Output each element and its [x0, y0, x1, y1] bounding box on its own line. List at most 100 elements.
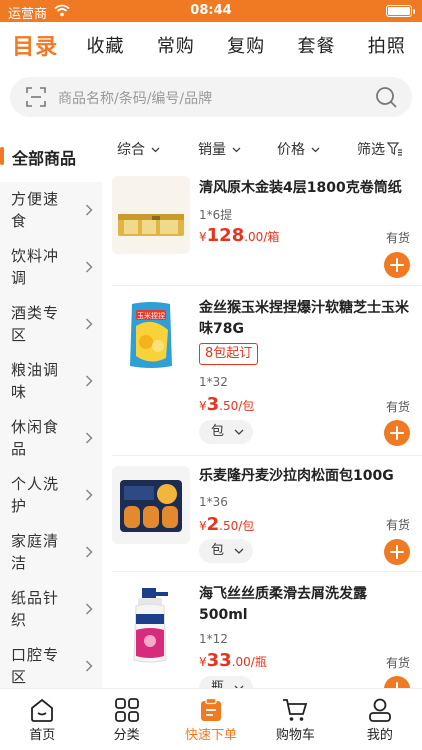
- chevron-down-icon: [234, 548, 244, 554]
- sidebar-item-label: 口腔专: [11, 646, 60, 664]
- scan-icon[interactable]: [26, 87, 46, 107]
- product-image: [112, 586, 190, 664]
- sales-dropdown[interactable]: 销量: [198, 139, 241, 159]
- sidebar-item-label: 粮油调: [11, 361, 60, 379]
- tab-cart[interactable]: 购物车: [253, 689, 337, 750]
- chevron-down-icon: [151, 147, 160, 153]
- sidebar-item-snacks[interactable]: 休闲食品: [0, 410, 102, 467]
- chevron-right-icon: [85, 489, 93, 501]
- active-indicator: [0, 147, 4, 165]
- stock-status: 有货: [385, 656, 410, 670]
- chevron-right-icon: [85, 204, 93, 216]
- sidebar-item-liquor[interactable]: 酒类专区: [0, 296, 102, 353]
- chevron-right-icon: [85, 261, 93, 273]
- add-to-cart-button[interactable]: [384, 252, 410, 278]
- product-name: 乐麦隆丹麦沙拉肉松面包100G: [199, 468, 394, 484]
- sidebar-item-label: 区: [11, 326, 28, 344]
- sidebar-item-label: 调: [11, 269, 28, 287]
- tab-category[interactable]: 分类: [84, 689, 168, 750]
- product-card[interactable]: 海飞丝丝质柔滑去屑洗发露500ml 1*12 ¥33.00/瓶 有货 瓶: [102, 572, 422, 688]
- product-price: ¥2.50/包: [199, 514, 255, 535]
- chevron-right-icon: [85, 603, 93, 615]
- price-label: 价格: [277, 142, 305, 158]
- product-name: 海飞丝丝质柔滑去屑洗发露500ml: [199, 586, 367, 623]
- product-spec: 1*36: [199, 495, 228, 509]
- cart-icon: [283, 699, 308, 721]
- add-to-cart-button[interactable]: [384, 676, 410, 688]
- tab-label: 购物车: [275, 728, 315, 743]
- funnel-icon: [387, 142, 402, 156]
- sidebar-item-instant-food[interactable]: 方便速食: [0, 182, 102, 239]
- search-icon[interactable]: [374, 85, 398, 109]
- sidebar-item-label: 家庭清: [11, 532, 60, 550]
- moq-badge: 8包起订: [199, 343, 259, 365]
- tab-rebuy[interactable]: 复购: [211, 32, 281, 58]
- search-input[interactable]: 商品名称/条码/编号/品牌: [58, 88, 212, 108]
- chevron-down-icon: [234, 429, 244, 435]
- sort-label: 综合: [117, 142, 145, 158]
- stock-status: 有货: [385, 231, 410, 245]
- sidebar-item-label: 个人洗: [11, 475, 60, 493]
- sidebar-item-paper-textile[interactable]: 纸品针织: [0, 581, 102, 638]
- clipboard-icon: [201, 697, 222, 721]
- tab-quick-order[interactable]: 快速下单: [169, 689, 253, 750]
- user-icon: [368, 698, 391, 722]
- sidebar-item-label: 饮料冲: [11, 247, 60, 265]
- product-card[interactable]: 乐麦隆丹麦沙拉肉松面包100G 1*36 ¥2.50/包 有货 包: [102, 456, 422, 572]
- tab-label: 我的: [366, 728, 393, 743]
- battery-icon: [386, 5, 415, 17]
- tab-bundles[interactable]: 套餐: [281, 32, 351, 58]
- product-spec: 1*12: [199, 632, 228, 646]
- sidebar-item-label: 织: [11, 611, 28, 629]
- product-list: 清风原木金装4层1800克卷筒纸 1*6提 ¥128.00/箱 有货 玉米捏捏 …: [102, 166, 422, 688]
- product-spec: 1*32: [199, 375, 228, 389]
- sidebar-item-label: 酒类专: [11, 304, 60, 322]
- sidebar-item-label: 食: [11, 212, 28, 230]
- status-bar: 运营商 08:44: [0, 0, 422, 22]
- home-icon: [31, 698, 54, 722]
- sidebar-item-grain-oil[interactable]: 粮油调味: [0, 353, 102, 410]
- sidebar-item-label: 品: [11, 440, 28, 458]
- tab-profile[interactable]: 我的: [338, 689, 422, 750]
- product-card[interactable]: 清风原木金装4层1800克卷筒纸 1*6提 ¥128.00/箱 有货: [102, 166, 422, 286]
- sidebar-item-home-cleaning[interactable]: 家庭清洁: [0, 524, 102, 581]
- unit-select[interactable]: 包: [199, 539, 253, 563]
- tab-home[interactable]: 首页: [0, 689, 84, 750]
- price-dropdown[interactable]: 价格: [277, 139, 320, 159]
- filter-button[interactable]: 筛选: [357, 139, 403, 159]
- sidebar-item-label: 休闲食: [11, 418, 60, 436]
- unit-select[interactable]: 包: [199, 420, 253, 444]
- filter-bar: 综合 销量 价格 筛选: [102, 130, 422, 166]
- sidebar-item-personal-care[interactable]: 个人洗护: [0, 467, 102, 524]
- sidebar-item-label: 区: [11, 668, 28, 686]
- unit-select[interactable]: 瓶: [199, 676, 253, 688]
- product-name: 清风原木金装4层1800克卷筒纸: [199, 180, 402, 196]
- add-to-cart-button[interactable]: [384, 539, 410, 565]
- product-spec: 1*6提: [199, 208, 233, 222]
- grid-icon: [114, 698, 139, 722]
- product-card[interactable]: 玉米捏捏 金丝猴玉米捏捏爆汁软糖芝士玉米味78G 8包起订 1*32 ¥3.50…: [102, 286, 422, 456]
- tab-favorites[interactable]: 收藏: [70, 32, 140, 58]
- search-bar[interactable]: 商品名称/条码/编号/品牌: [10, 77, 412, 117]
- sidebar-item-oral-care[interactable]: 口腔专区: [0, 638, 102, 688]
- sidebar-item-all[interactable]: 全部商品: [0, 130, 102, 182]
- chevron-right-icon: [85, 546, 93, 558]
- sidebar-item-drinks[interactable]: 饮料冲调: [0, 239, 102, 296]
- sidebar-item-label: 味: [11, 383, 28, 401]
- tab-frequent[interactable]: 常购: [141, 32, 211, 58]
- chevron-right-icon: [85, 432, 93, 444]
- stock-status: 有货: [385, 518, 410, 532]
- sort-dropdown[interactable]: 综合: [117, 139, 160, 159]
- add-to-cart-button[interactable]: [384, 420, 410, 446]
- product-image-label: 玉米捏捏: [137, 311, 165, 320]
- product-image: [112, 466, 190, 544]
- bottom-tab-bar: 首页 分类 快速下单 购物车 我的: [0, 688, 422, 750]
- tab-label: 快速下单: [185, 728, 238, 743]
- category-sidebar: 全部商品 方便速食 饮料冲调 酒类专区 粮油调味 休闲食品 个人洗护 家庭清洁 …: [0, 130, 102, 688]
- sidebar-item-label: 护: [11, 497, 28, 515]
- tab-catalog[interactable]: 目录: [0, 29, 70, 61]
- chevron-down-icon: [232, 147, 241, 153]
- tab-photo[interactable]: 拍照: [352, 32, 422, 58]
- product-price: ¥128.00/箱: [199, 225, 280, 246]
- product-image: 玉米捏捏: [112, 296, 190, 374]
